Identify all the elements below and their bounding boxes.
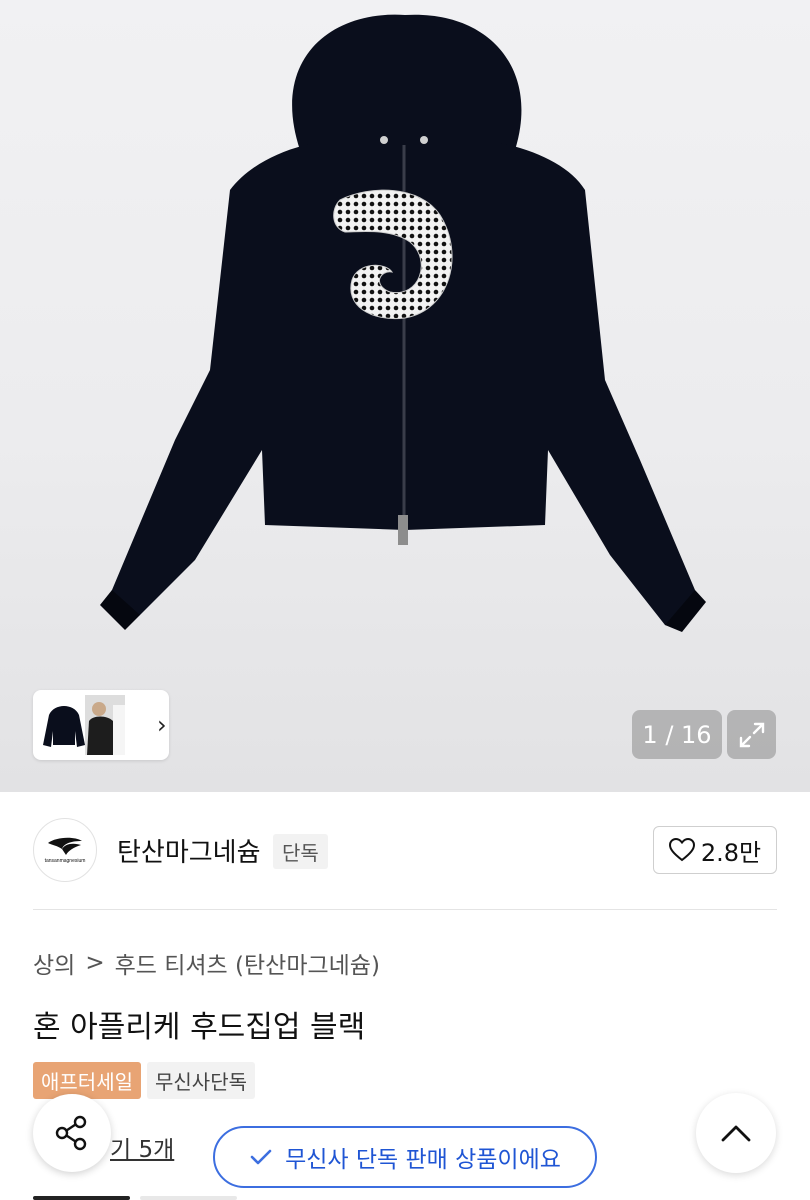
product-image — [100, 14, 706, 632]
product-image-gallery[interactable]: › 1 / 16 — [0, 0, 810, 792]
exclusive-notice-pill: 무신사 단독 판매 상품이에요 — [213, 1126, 597, 1188]
share-icon — [55, 1115, 87, 1151]
like-button[interactable]: 2.8만 — [653, 826, 777, 874]
breadcrumb-category[interactable]: 상의 — [33, 946, 75, 980]
expand-icon — [739, 722, 764, 747]
product-title: 혼 아플리케 후드집업 블랙 — [33, 1010, 366, 1045]
heart-icon — [668, 838, 695, 862]
musinsa-exclusive-badge: 무신사단독 — [147, 1062, 255, 1099]
check-icon — [250, 1149, 272, 1165]
brand-row: tansanmagnesium 탄산마그네슘 단독 2.8만 — [33, 818, 777, 884]
image-counter: 1 / 16 — [632, 710, 722, 759]
breadcrumb: 상의 > 후드 티셔츠 (탄산마그네슘) — [33, 946, 380, 980]
breadcrumb-subcategory[interactable]: 후드 티셔츠 (탄산마그네슘) — [115, 946, 380, 980]
chevron-right-icon[interactable]: › — [157, 711, 167, 739]
model-thumbnail[interactable] — [85, 695, 135, 755]
svg-text:tansanmagnesium: tansanmagnesium — [45, 858, 86, 864]
share-button[interactable] — [33, 1094, 111, 1172]
chevron-right-icon: > — [85, 950, 105, 976]
bottom-element — [33, 1196, 130, 1200]
brand-name[interactable]: 탄산마그네슘 — [117, 832, 261, 869]
partial-bottom-elements — [33, 1196, 263, 1200]
chevron-up-icon — [721, 1125, 751, 1142]
bottom-element — [140, 1196, 237, 1200]
brand-logo[interactable]: tansanmagnesium — [33, 818, 97, 882]
review-link[interactable]: 기 5개 — [110, 1130, 174, 1164]
after-sale-badge: 애프터세일 — [33, 1062, 141, 1099]
divider — [33, 909, 777, 910]
thumbnail-strip[interactable]: › — [33, 690, 169, 760]
exclusive-notice-text: 무신사 단독 판매 상품이에요 — [285, 1147, 561, 1173]
like-count: 2.8만 — [700, 838, 762, 867]
product-thumbnail[interactable] — [39, 695, 89, 755]
expand-button[interactable] — [727, 710, 776, 759]
scroll-top-button[interactable] — [696, 1093, 776, 1173]
exclusive-tag: 단독 — [273, 834, 328, 869]
